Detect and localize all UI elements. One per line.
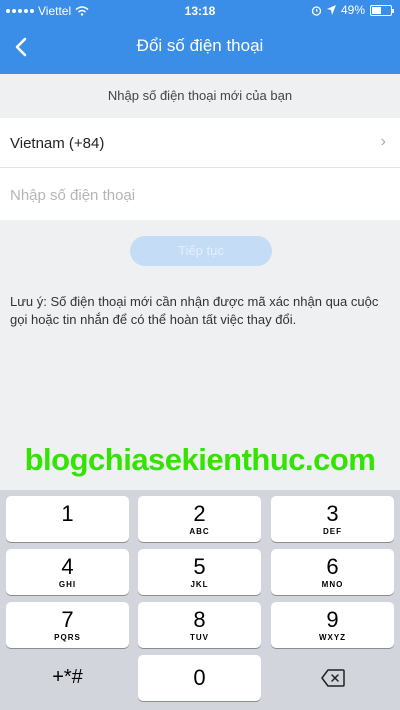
key-7[interactable]: 7 PQRS (6, 602, 129, 648)
key-2[interactable]: 2 ABC (138, 496, 261, 542)
key-letters: TUV (190, 633, 209, 642)
key-digit: 4 (61, 554, 74, 579)
form-panel: Vietnam (+84) › (0, 118, 400, 220)
key-backspace[interactable] (271, 655, 394, 701)
note-text: Lưu ý: Số điện thoại mới cần nhận được m… (10, 294, 379, 327)
key-5[interactable]: 5 JKL (138, 549, 261, 595)
key-letters: GHI (58, 580, 77, 589)
phone-input[interactable] (10, 181, 380, 209)
chevron-right-icon: › (380, 133, 386, 150)
key-1[interactable]: 1 (6, 496, 129, 542)
key-6[interactable]: 6 MNO (271, 549, 394, 595)
key-symbols[interactable]: +*# (6, 655, 129, 701)
key-digit: 0 (193, 665, 206, 690)
key-digit: 6 (326, 554, 339, 579)
key-digit: 7 (61, 607, 74, 632)
watermark: blogchiasekienthuc.com (24, 442, 376, 477)
backspace-icon (321, 669, 345, 687)
symbols-label: +*# (52, 666, 83, 688)
status-bar: Viettel 13:18 49% (0, 0, 400, 22)
battery-icon (370, 4, 394, 16)
key-digit: 2 (193, 501, 206, 526)
key-letters: ABC (189, 527, 210, 536)
key-digit: 9 (326, 607, 339, 632)
nav-bar: Đổi số điện thoại (0, 24, 400, 70)
key-digit: 1 (61, 501, 74, 526)
key-letters: WXYZ (318, 633, 347, 642)
page-title: Đổi số điện thoại (136, 36, 264, 55)
battery-percent: 49% (340, 3, 365, 17)
key-9[interactable]: 9 WXYZ (271, 602, 394, 648)
location-icon (326, 5, 336, 15)
key-letters: MNO (321, 580, 344, 589)
continue-button[interactable]: Tiếp tục (130, 236, 272, 266)
key-digit: 8 (193, 607, 206, 632)
instruction-text: Nhập số điện thoại mới của bạn (107, 88, 293, 103)
numeric-keypad: 1 2 ABC 3 DEF 4 GHI 5 JKL 6 MNO 7 PQRS 8… (0, 490, 400, 710)
key-4[interactable]: 4 GHI (6, 549, 129, 595)
country-selector[interactable]: Vietnam (+84) › (0, 118, 400, 168)
alarm-icon (311, 5, 322, 16)
country-label: Vietnam (+84) (10, 135, 105, 152)
app-header: Viettel 13:18 49% Đổi số điện thoại (0, 0, 400, 74)
key-8[interactable]: 8 TUV (138, 602, 261, 648)
key-letters: DEF (323, 527, 342, 536)
key-digit: 3 (326, 501, 339, 526)
key-letters: PQRS (54, 633, 81, 642)
key-letters: JKL (190, 580, 209, 589)
phone-row (0, 169, 400, 219)
key-0[interactable]: 0 (138, 655, 261, 701)
key-digit: 5 (193, 554, 206, 579)
key-3[interactable]: 3 DEF (271, 496, 394, 542)
